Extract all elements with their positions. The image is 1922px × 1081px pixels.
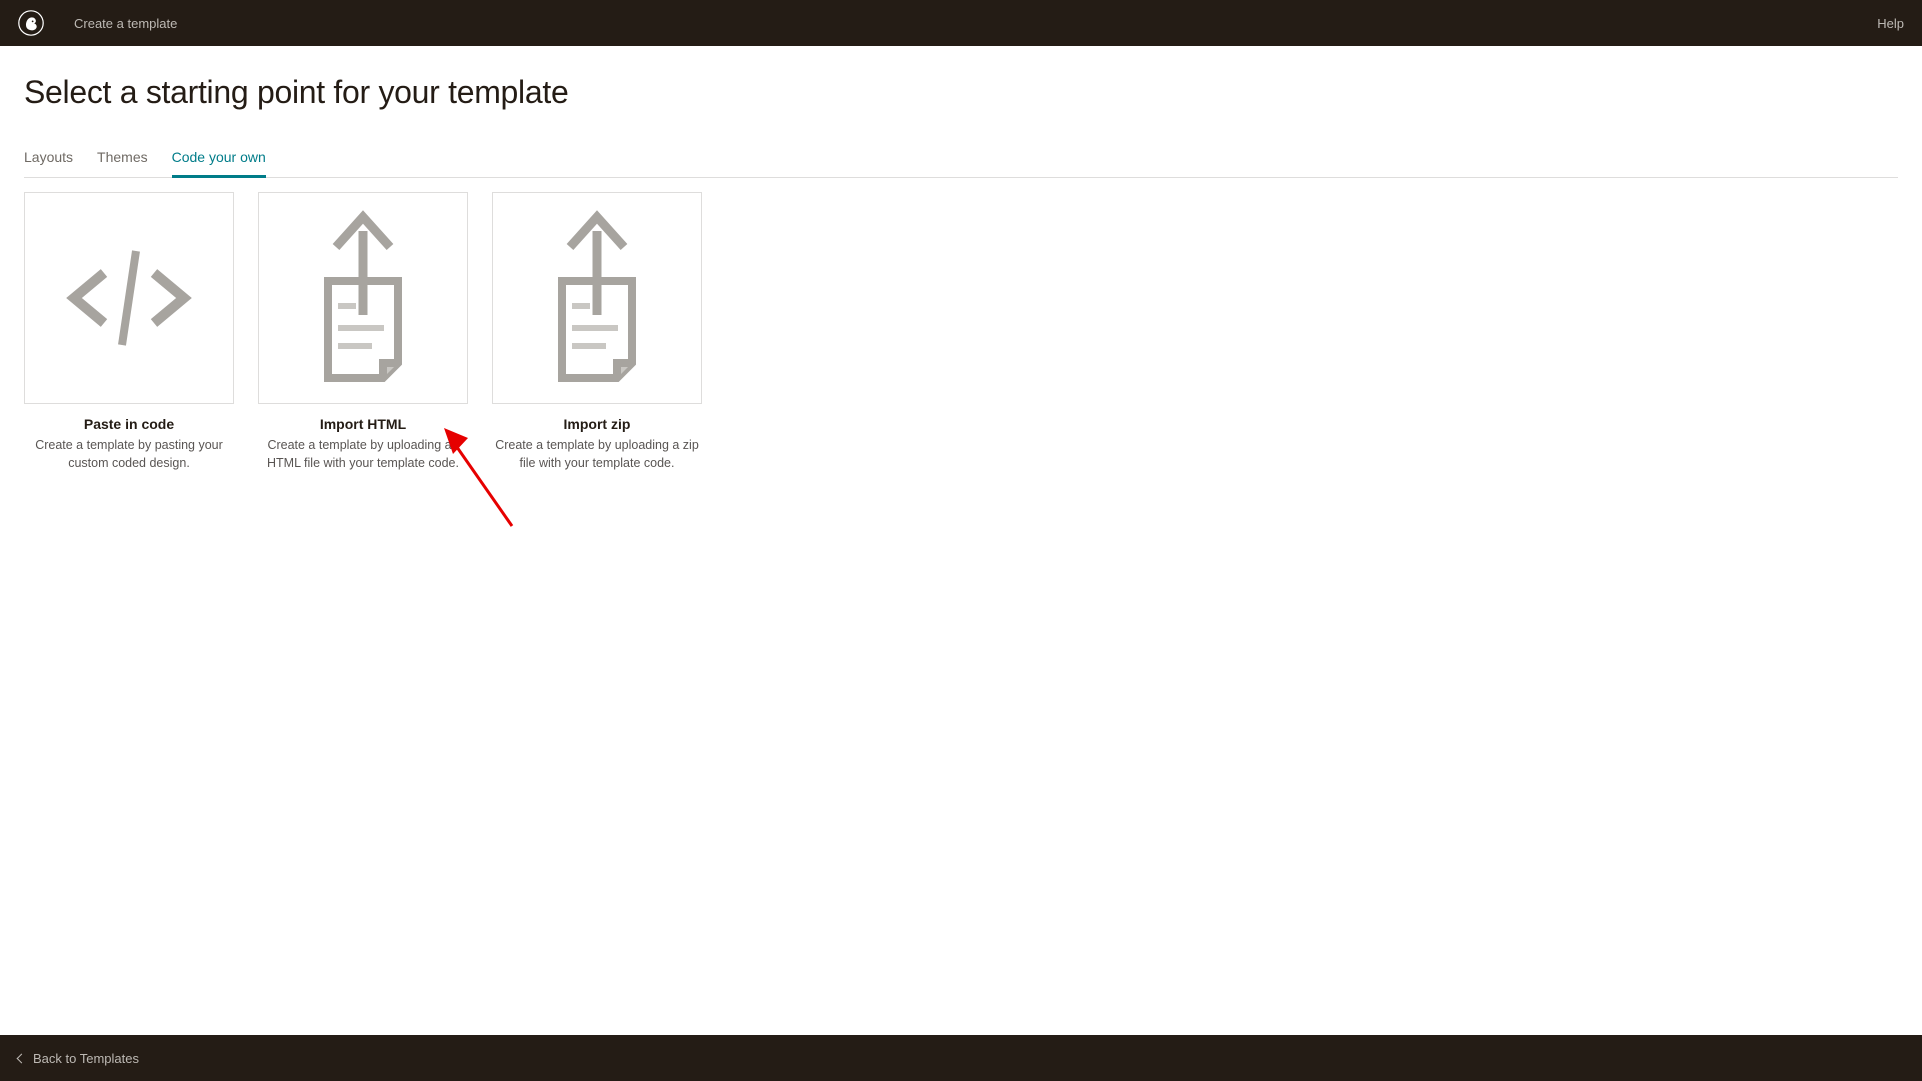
card-desc: Create a template by uploading a zip fil…	[492, 436, 702, 472]
card-thumb	[492, 192, 702, 404]
topbar-left: Create a template	[18, 10, 177, 36]
breadcrumb: Create a template	[74, 16, 177, 31]
code-icon	[54, 223, 204, 373]
card-paste-in-code[interactable]: Paste in code Create a template by pasti…	[24, 192, 234, 472]
help-link[interactable]: Help	[1877, 16, 1904, 31]
card-import-zip[interactable]: Import zip Create a template by uploadin…	[492, 192, 702, 472]
card-thumb	[258, 192, 468, 404]
back-label: Back to Templates	[33, 1051, 139, 1066]
tabs: Layouts Themes Code your own	[24, 139, 1898, 178]
mailchimp-logo-icon[interactable]	[18, 10, 44, 36]
back-to-templates-link[interactable]: Back to Templates	[18, 1051, 139, 1066]
tab-themes[interactable]: Themes	[97, 139, 148, 177]
upload-doc-icon	[522, 203, 672, 393]
card-thumb	[24, 192, 234, 404]
tab-layouts[interactable]: Layouts	[24, 139, 73, 177]
card-title: Paste in code	[24, 416, 234, 432]
card-title: Import zip	[492, 416, 702, 432]
card-import-html[interactable]: Import HTML Create a template by uploadi…	[258, 192, 468, 472]
page-title: Select a starting point for your templat…	[24, 74, 1898, 111]
tab-code-your-own[interactable]: Code your own	[172, 139, 266, 177]
upload-doc-icon	[288, 203, 438, 393]
template-cards: Paste in code Create a template by pasti…	[24, 192, 1898, 472]
topbar: Create a template Help	[0, 0, 1922, 46]
footer: Back to Templates	[0, 1035, 1922, 1081]
card-title: Import HTML	[258, 416, 468, 432]
card-desc: Create a template by pasting your custom…	[24, 436, 234, 472]
main-content: Select a starting point for your templat…	[0, 46, 1922, 472]
card-desc: Create a template by uploading an HTML f…	[258, 436, 468, 472]
chevron-left-icon	[17, 1053, 27, 1063]
